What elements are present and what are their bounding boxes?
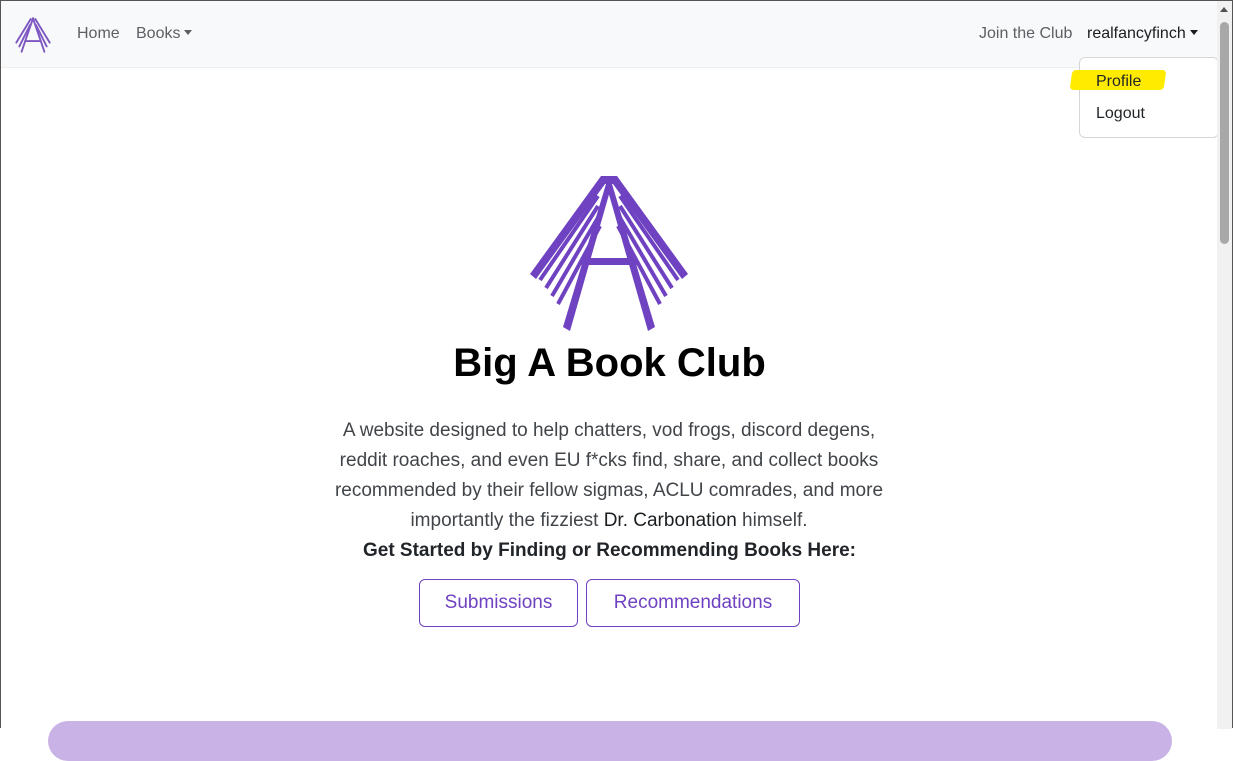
recommendations-button[interactable]: Recommendations bbox=[586, 579, 800, 627]
submissions-button[interactable]: Submissions bbox=[419, 579, 578, 627]
scrollbar-thumb[interactable] bbox=[1220, 22, 1229, 244]
nav-books-dropdown[interactable]: Books bbox=[136, 25, 193, 43]
page-title: Big A Book Club bbox=[453, 341, 766, 385]
scroll-up-arrow-icon[interactable] bbox=[1220, 7, 1228, 12]
description-highlight: Dr. Carbonation bbox=[603, 510, 737, 531]
username-label: realfancyfinch bbox=[1087, 25, 1186, 42]
caret-down-icon bbox=[1189, 30, 1198, 35]
content-section-banner bbox=[48, 721, 1172, 761]
nav-books-label: Books bbox=[136, 25, 181, 42]
hero-logo-icon bbox=[530, 176, 688, 331]
nav-join-link[interactable]: Join the Club bbox=[979, 25, 1072, 43]
logout-menu-item[interactable]: Logout bbox=[1096, 105, 1145, 123]
caret-down-icon bbox=[184, 30, 193, 35]
site-description: A website designed to help chatters, vod… bbox=[330, 416, 888, 536]
profile-menu-item[interactable]: Profile bbox=[1096, 73, 1141, 91]
cta-heading: Get Started by Finding or Recommending B… bbox=[362, 540, 856, 561]
brand-logo-icon[interactable] bbox=[14, 15, 52, 55]
description-text-end: himself. bbox=[736, 510, 808, 531]
nav-home-link[interactable]: Home bbox=[77, 25, 120, 43]
user-menu-toggle[interactable]: realfancyfinch bbox=[1087, 25, 1198, 43]
